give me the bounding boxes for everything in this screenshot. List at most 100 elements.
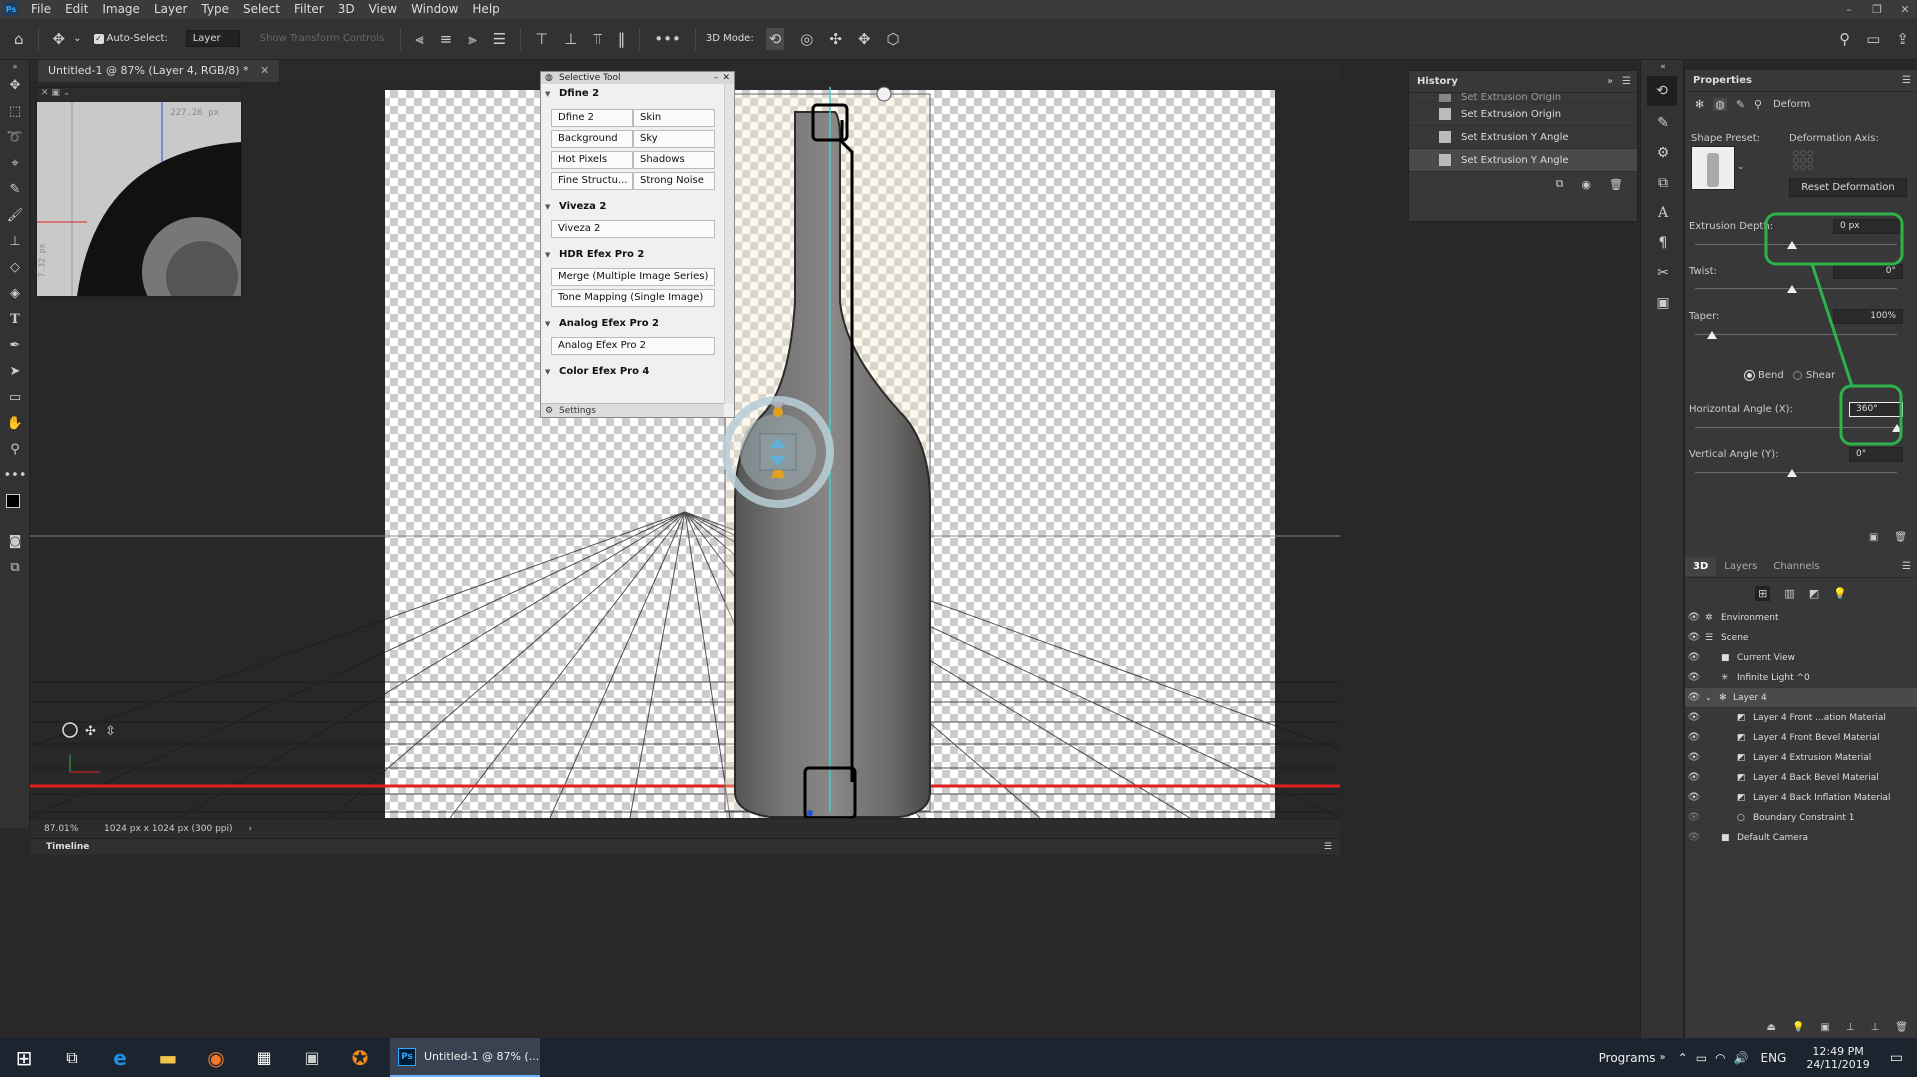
eye-icon[interactable]: 👁 [1685,792,1703,803]
deformation-axis-grid[interactable]: ○○○ ○○○ ○○○ [1793,150,1815,172]
expand-programs-icon[interactable]: » [1660,1052,1666,1063]
deform-icon[interactable]: ◍ [1713,97,1727,111]
sky-button[interactable]: Sky [633,130,715,148]
restore-icon[interactable]: ❐ [1863,0,1891,18]
timeline-panel[interactable]: Timeline ☰ [30,838,1340,855]
screen-mode-icon[interactable]: ⧉ [0,554,30,580]
type-tool-icon[interactable]: T [0,306,30,332]
chevron-down-icon[interactable]: ⌄ [73,33,81,44]
calendar-icon[interactable]: ▦ [240,1038,288,1077]
eye-icon[interactable]: 👁 [1685,632,1703,643]
network-icon[interactable]: ▭ [1696,1051,1707,1065]
render-icon[interactable]: ▣ [1869,532,1878,543]
collapse-icon[interactable]: » [0,60,30,72]
slide-3d-icon[interactable]: ✥ [858,30,871,48]
tree-item-material[interactable]: 👁 ◩ Layer 4 Extrusion Material [1685,748,1917,768]
group-hdr-efex-pro-2[interactable]: HDR Efex Pro 2 [541,245,734,264]
expand-icon[interactable]: » [1607,76,1613,87]
panel-menu-icon[interactable]: ☰ [1902,561,1911,572]
task-view-icon[interactable]: ⧉ [48,1038,96,1077]
distribute-icon[interactable]: ☰ [493,30,506,48]
clock[interactable]: 12:49 PM 24/11/2019 [1806,1045,1869,1071]
axis-widget[interactable]: ✣ ⇳ [62,722,116,773]
show-transform-controls[interactable]: Show Transform Controls [260,33,384,44]
mesh-icon[interactable]: ✻ [1695,98,1704,111]
programs-toolbar[interactable]: Programs [1599,1051,1656,1065]
menu-image[interactable]: Image [95,2,147,16]
move-tool-icon[interactable]: ✥ [53,30,66,48]
move-tool-icon[interactable]: ✥ [0,72,30,98]
fine-structure-button[interactable]: Fine Structu... [551,172,633,190]
shape-preset-thumbnail[interactable] [1691,146,1735,190]
auto-select-dropdown[interactable]: Layer [185,30,240,47]
eye-icon[interactable]: 👁 [1685,732,1703,743]
add-icon[interactable]: ⊥ [1846,1022,1855,1033]
brush-settings-icon[interactable]: ✎ [1641,108,1685,138]
menu-window[interactable]: Window [404,2,465,16]
foreground-color[interactable] [6,494,20,508]
scrollbar[interactable] [724,84,734,404]
scale-3d-icon[interactable]: ⬡ [887,30,900,48]
tab-3d[interactable]: 3D [1685,557,1717,576]
orbit-3d-icon[interactable]: ⟲ [765,27,785,50]
workspace-icon[interactable]: ▭ [1866,30,1880,48]
zoom-tool-icon[interactable]: ⚲ [0,436,30,462]
more-tools-icon[interactable]: ••• [0,462,30,488]
chevron-right-icon[interactable]: › [249,824,253,834]
menu-edit[interactable]: Edit [58,2,95,16]
language-indicator[interactable]: ENG [1761,1051,1787,1065]
notifications-icon[interactable]: ▭ [1890,1050,1903,1066]
settings-button[interactable]: ⚙ Settings [541,403,724,417]
reset-deformation-button[interactable]: Reset Deformation [1789,178,1907,197]
eye-icon[interactable]: 👁 [1685,712,1703,723]
trash-icon[interactable]: 🗑 [1895,1022,1908,1033]
render-icon[interactable]: ▣ [1820,1022,1829,1033]
eye-icon[interactable]: 👁 [1685,812,1703,823]
adjustments-icon[interactable]: ⚙ [1641,138,1685,168]
roll-3d-icon[interactable]: ◎ [800,30,813,48]
align-right-icon[interactable]: ⫸ [468,30,476,48]
coordinates-icon[interactable]: ⚲ [1754,98,1762,111]
chevron-down-icon[interactable]: ⌄ [1705,693,1717,702]
tree-item-material[interactable]: 👁 ◩ Layer 4 Front Bevel Material [1685,728,1917,748]
new-document-from-state-icon[interactable]: ⧉ [1556,177,1564,191]
viveza-2-button[interactable]: Viveza 2 [551,220,715,238]
bucket-tool-icon[interactable]: ◈ [0,280,30,306]
menu-select[interactable]: Select [236,2,287,16]
history-title[interactable]: History [1417,76,1458,87]
search-icon[interactable]: ⚲ [1839,30,1850,48]
align-top-icon[interactable]: ⊤ [535,30,548,48]
hand-tool-icon[interactable]: ✋ [0,410,30,436]
trash-icon[interactable]: 🗑 [1894,532,1907,543]
expand-panels-icon[interactable]: « [1641,60,1685,74]
dfine-2-button[interactable]: Dfine 2 [551,109,633,127]
menu-filter[interactable]: Filter [287,2,331,16]
eye-icon[interactable]: 👁 [1685,672,1703,683]
share-icon[interactable]: ⇪ [1896,30,1909,48]
stamp-tool-icon[interactable]: ⊥ [0,228,30,254]
libraries-icon[interactable]: ▣ [1641,288,1685,318]
filter-icon[interactable]: ⏏ [1767,1022,1776,1033]
character-icon[interactable]: A [1641,198,1685,228]
eyedropper-tool-icon[interactable]: ✎ [0,176,30,202]
cap-icon[interactable]: ✎ [1736,98,1745,111]
menu-layer[interactable]: Layer [147,2,194,16]
shadows-button[interactable]: Shadows [633,151,715,169]
tab-layers[interactable]: Layers [1716,557,1765,576]
firefox-icon[interactable]: ◉ [192,1038,240,1077]
clone-source-icon[interactable]: ⧉ [1641,168,1685,198]
taskbar-photoshop-button[interactable]: Ps Untitled-1 @ 87% (... [390,1038,540,1077]
history-item[interactable]: Set Extrusion Y Angle [1409,126,1637,149]
document-tab[interactable]: Untitled-1 @ 87% (Layer 4, RGB/8) * ✕ [38,60,280,82]
paragraph-icon[interactable]: ¶ [1641,228,1685,258]
tone-mapping-button[interactable]: Tone Mapping (Single Image) [551,289,715,307]
menu-view[interactable]: View [362,2,404,16]
merge-button[interactable]: Merge (Multiple Image Series) [551,268,715,286]
eye-icon[interactable]: 👁 [1685,752,1703,763]
rectangle-tool-icon[interactable]: ▭ [0,384,30,410]
more-options-icon[interactable]: ••• [654,30,681,48]
tree-item-scene[interactable]: 👁 ☰ Scene [1685,628,1917,648]
light-icon[interactable] [876,86,892,102]
panel-menu-icon[interactable]: ☰ [1324,842,1332,852]
marquee-tool-icon[interactable]: ⬚ [0,98,30,124]
